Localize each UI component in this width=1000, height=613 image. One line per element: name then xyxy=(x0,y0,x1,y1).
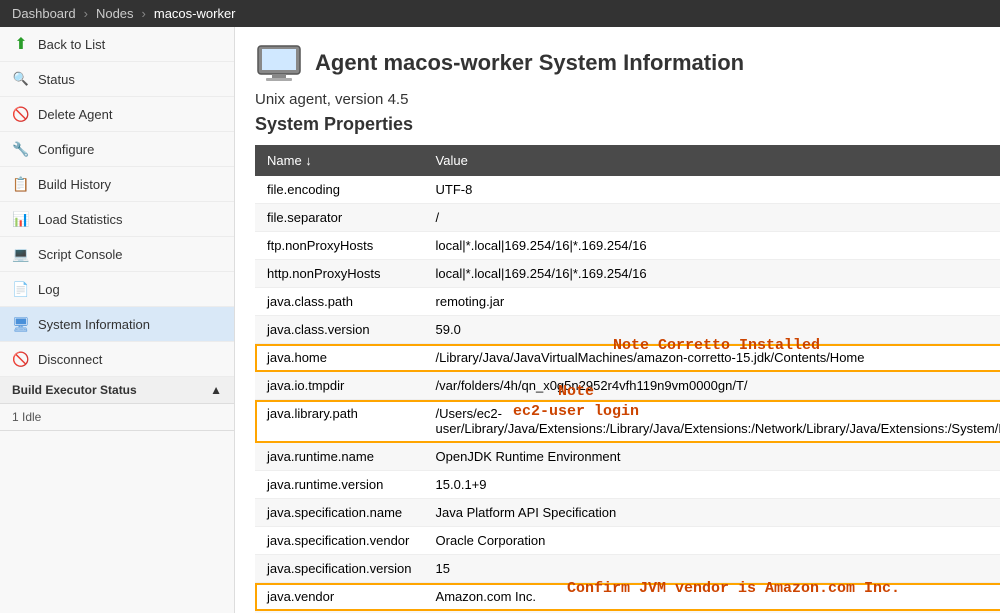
sidebar-label-back: Back to List xyxy=(38,37,105,52)
prop-value: remoting.jar xyxy=(424,288,1000,316)
sidebar-label-load-stats: Load Statistics xyxy=(38,212,123,227)
sidebar-item-back-to-list[interactable]: ⬆ Back to List xyxy=(0,27,234,62)
prop-name: java.io.tmpdir xyxy=(255,372,424,400)
prop-name: java.runtime.version xyxy=(255,471,424,499)
sidebar-item-system-information[interactable]: 🖥 System Information xyxy=(0,307,234,342)
table-row: java.home/Library/Java/JavaVirtualMachin… xyxy=(255,344,1000,372)
sidebar-label-log: Log xyxy=(38,282,60,297)
prop-name: ftp.nonProxyHosts xyxy=(255,232,424,260)
page-header: Agent macos-worker System Information xyxy=(255,43,980,83)
sidebar-item-disconnect[interactable]: 🚫 Disconnect xyxy=(0,342,234,377)
table-header-row: Name ↓ Value xyxy=(255,145,1000,176)
prop-name: java.home xyxy=(255,344,424,372)
prop-value: Amazon.com Inc. xyxy=(424,583,1000,611)
sidebar-item-load-statistics[interactable]: 📊 Load Statistics xyxy=(0,202,234,237)
plug-icon: 🚫 xyxy=(12,350,30,368)
sidebar-label-delete: Delete Agent xyxy=(38,107,112,122)
sidebar-label-build-history: Build History xyxy=(38,177,111,192)
breadcrumb-nodes[interactable]: Nodes xyxy=(96,6,134,21)
prop-value: /var/folders/4h/qn_x0g5n2952r4vfh119n9vm… xyxy=(424,372,1000,400)
sidebar-label-script-console: Script Console xyxy=(38,247,123,262)
prop-name: file.encoding xyxy=(255,176,424,204)
table-row: java.runtime.version15.0.1+9 xyxy=(255,471,1000,499)
prop-value: /Users/ec2-user/Library/Java/Extensions:… xyxy=(424,400,1000,443)
prop-name: java.specification.vendor xyxy=(255,527,424,555)
prop-value: UTF-8 xyxy=(424,176,1000,204)
terminal-icon: 💻 xyxy=(12,245,30,263)
table-row: java.class.pathremoting.jar xyxy=(255,288,1000,316)
table-row: java.runtime.nameOpenJDK Runtime Environ… xyxy=(255,443,1000,471)
prop-value: 59.0 xyxy=(424,316,1000,344)
prop-value: OpenJDK Runtime Environment xyxy=(424,443,1000,471)
build-executor-section[interactable]: Build Executor Status ▲ xyxy=(0,377,234,404)
prop-value: 15.0.1+9 xyxy=(424,471,1000,499)
prop-name: java.runtime.name xyxy=(255,443,424,471)
prop-name: java.library.path xyxy=(255,400,424,443)
prop-name: java.class.path xyxy=(255,288,424,316)
prop-value: /Library/Java/JavaVirtualMachines/amazon… xyxy=(424,344,1000,372)
clipboard-icon: 📋 xyxy=(12,175,30,193)
table-row: file.separator/ xyxy=(255,204,1000,232)
table-row: java.specification.nameJava Platform API… xyxy=(255,499,1000,527)
monitor-icon: 🖥 xyxy=(12,315,30,333)
table-row: file.encodingUTF-8 xyxy=(255,176,1000,204)
prop-name: java.vendor xyxy=(255,583,424,611)
table-row: java.specification.vendorOracle Corporat… xyxy=(255,527,1000,555)
breadcrumb-sep-2: › xyxy=(142,6,146,21)
prop-value: 15 xyxy=(424,555,1000,583)
prop-name: java.specification.version xyxy=(255,555,424,583)
table-row: java.library.path/Users/ec2-user/Library… xyxy=(255,400,1000,443)
block-icon-delete: 🚫 xyxy=(12,105,30,123)
breadcrumb-current: macos-worker xyxy=(154,6,236,21)
page-title: Agent macos-worker System Information xyxy=(315,50,744,76)
sidebar-item-build-history[interactable]: 📋 Build History xyxy=(0,167,234,202)
prop-name: java.class.version xyxy=(255,316,424,344)
log-icon: 📄 xyxy=(12,280,30,298)
prop-value: / xyxy=(424,204,1000,232)
wrench-icon: 🔧 xyxy=(12,140,30,158)
prop-name: java.specification.name xyxy=(255,499,424,527)
executor-status: 1 Idle xyxy=(0,404,234,431)
sidebar-label-status: Status xyxy=(38,72,75,87)
section-heading: System Properties xyxy=(255,114,980,135)
collapse-icon: ▲ xyxy=(210,383,222,397)
breadcrumb-sep-1: › xyxy=(84,6,88,21)
col-name-header: Name ↓ xyxy=(255,145,424,176)
table-row: http.nonProxyHostslocal|*.local|169.254/… xyxy=(255,260,1000,288)
prop-value: Java Platform API Specification xyxy=(424,499,1000,527)
arrow-up-icon: ⬆ xyxy=(12,35,30,53)
breadcrumb-dashboard[interactable]: Dashboard xyxy=(12,6,76,21)
build-executor-label: Build Executor Status xyxy=(12,383,137,397)
table-container: Name ↓ Value file.encodingUTF-8file.sepa… xyxy=(255,145,980,613)
sidebar-label-system-info: System Information xyxy=(38,317,150,332)
table-row: java.vendorAmazon.com Inc. xyxy=(255,583,1000,611)
sidebar: ⬆ Back to List 🔍 Status 🚫 Delete Agent 🔧… xyxy=(0,27,235,613)
table-row: java.class.version59.0 xyxy=(255,316,1000,344)
chart-icon: 📊 xyxy=(12,210,30,228)
table-row: java.io.tmpdir/var/folders/4h/qn_x0g5n29… xyxy=(255,372,1000,400)
prop-value: Oracle Corporation xyxy=(424,527,1000,555)
sidebar-item-delete-agent[interactable]: 🚫 Delete Agent xyxy=(0,97,234,132)
sidebar-item-log[interactable]: 📄 Log xyxy=(0,272,234,307)
prop-value: local|*.local|169.254/16|*.169.254/16 xyxy=(424,260,1000,288)
sidebar-label-disconnect: Disconnect xyxy=(38,352,102,367)
top-nav: Dashboard › Nodes › macos-worker xyxy=(0,0,1000,27)
search-icon: 🔍 xyxy=(12,70,30,88)
sidebar-label-configure: Configure xyxy=(38,142,94,157)
properties-table: Name ↓ Value file.encodingUTF-8file.sepa… xyxy=(255,145,1000,613)
main-content: Agent macos-worker System Information Un… xyxy=(235,27,1000,613)
prop-name: file.separator xyxy=(255,204,424,232)
prop-value: local|*.local|169.254/16|*.169.254/16 xyxy=(424,232,1000,260)
col-value-header: Value xyxy=(424,145,1000,176)
table-row: ftp.nonProxyHostslocal|*.local|169.254/1… xyxy=(255,232,1000,260)
sidebar-item-status[interactable]: 🔍 Status xyxy=(0,62,234,97)
agent-version: Unix agent, version 4.5 xyxy=(255,91,980,108)
prop-name: http.nonProxyHosts xyxy=(255,260,424,288)
sidebar-item-script-console[interactable]: 💻 Script Console xyxy=(0,237,234,272)
agent-icon xyxy=(255,43,303,83)
table-row: java.specification.version15 xyxy=(255,555,1000,583)
sidebar-item-configure[interactable]: 🔧 Configure xyxy=(0,132,234,167)
